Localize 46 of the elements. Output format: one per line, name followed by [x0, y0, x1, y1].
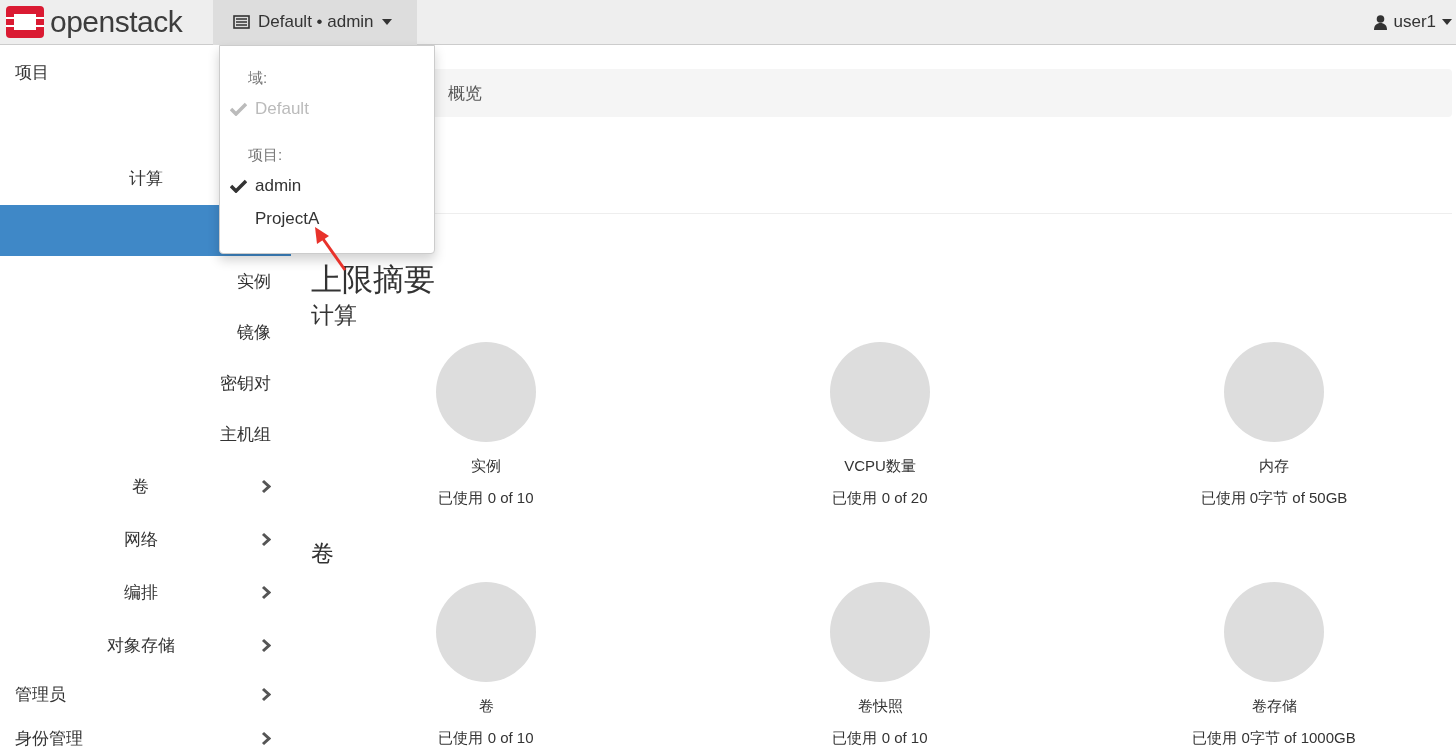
- nav-group[interactable]: 卷: [0, 460, 291, 513]
- nav-subitem[interactable]: 主机组: [0, 409, 291, 460]
- check-icon: [230, 101, 247, 116]
- chevron-right-icon: [261, 585, 271, 600]
- nav-group[interactable]: 网络: [0, 513, 291, 566]
- subsection-title: 计算: [311, 301, 358, 330]
- menu-item[interactable]: admin: [220, 169, 434, 202]
- logo-icon: [6, 6, 44, 38]
- quota-usage: 已使用 0 of 10: [438, 728, 534, 748]
- chevron-right-icon: [261, 638, 271, 653]
- quota-usage: 已使用 0字节 of 1000GB: [1192, 728, 1356, 748]
- quota-usage: 已使用 0 of 10: [832, 728, 928, 748]
- quota-name: 卷: [478, 696, 494, 716]
- nav-item[interactable]: 管理员: [0, 672, 291, 716]
- nav-item[interactable]: 身份管理: [0, 716, 291, 750]
- nav-subitem[interactable]: 实例: [0, 256, 291, 307]
- quota-usage: 已使用 0字节 of 50GB: [1200, 488, 1348, 508]
- chevron-right-icon: [261, 532, 271, 547]
- quota-name: VCPU数量: [844, 456, 916, 476]
- caret-icon: [381, 19, 392, 25]
- caret-icon: [1442, 19, 1452, 25]
- user-menu-button[interactable]: user1: [1368, 11, 1456, 33]
- menu-header: 域:: [247, 68, 269, 88]
- menu-item[interactable]: ProjectA: [220, 202, 434, 235]
- nav-subitem[interactable]: 镜像: [0, 307, 291, 358]
- check-icon: [230, 178, 247, 193]
- chevron-right-icon: [261, 479, 271, 494]
- logo-text[interactable]: openstack: [50, 5, 183, 39]
- chevron-right-icon: [261, 686, 271, 702]
- quota-name: 内存: [1259, 456, 1289, 476]
- quota-name: 实例: [471, 456, 501, 476]
- quota-usage: 已使用 0 of 20: [832, 488, 928, 508]
- list-icon: [233, 15, 250, 29]
- context-menu-button[interactable]: Default • admin: [213, 0, 417, 45]
- user-icon: [1374, 14, 1388, 30]
- breadcrumb-item[interactable]: 概览: [448, 81, 482, 105]
- menu-header: 项目:: [247, 145, 284, 165]
- quota-usage: 已使用 0 of 10: [438, 488, 534, 508]
- quota-name: 卷快照: [857, 696, 903, 716]
- nav-subitem[interactable]: 密钥对: [0, 358, 291, 409]
- nav-group[interactable]: 对象存储: [0, 619, 291, 672]
- quota-name: 卷存储: [1251, 696, 1297, 716]
- nav-group[interactable]: 编排: [0, 566, 291, 619]
- chevron-right-icon: [261, 730, 271, 746]
- section-title: 上限摘要: [311, 261, 436, 299]
- subsection-title: 卷: [311, 539, 335, 568]
